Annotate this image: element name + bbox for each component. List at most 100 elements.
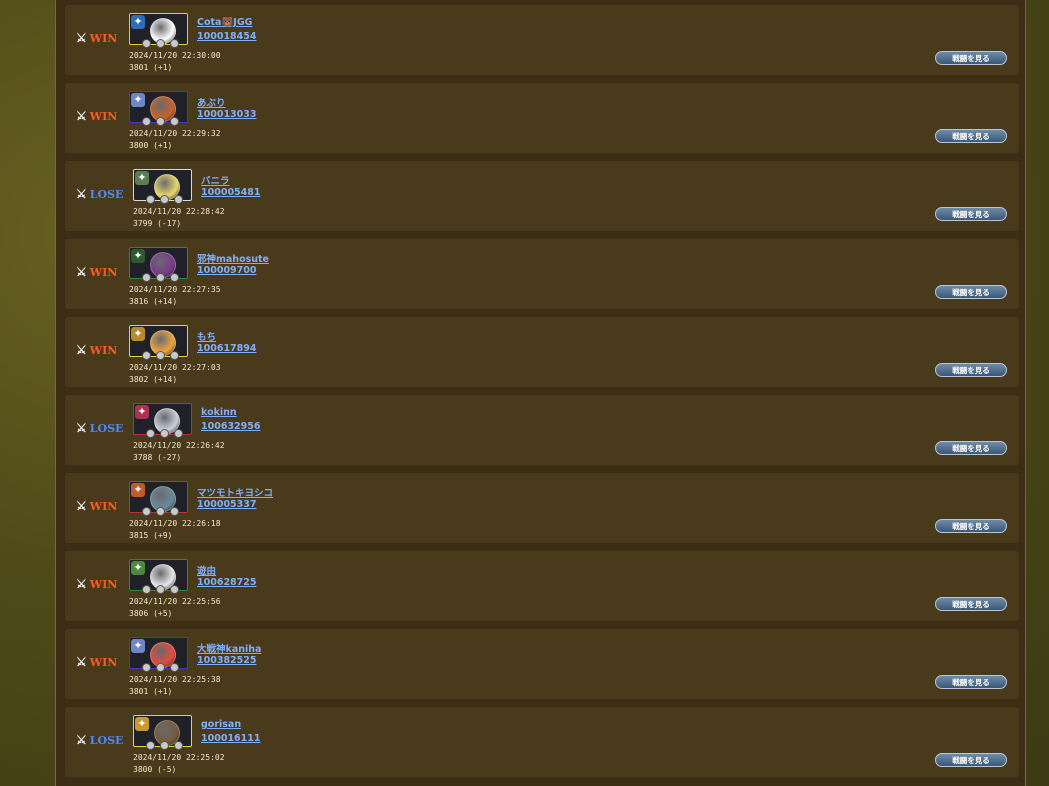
crossed-swords-icon: ⚔ — [76, 733, 87, 747]
rune-badge-icon — [174, 741, 183, 750]
rune-badge-icon — [146, 429, 155, 438]
battle-row: ⚔ WIN ✦ Cota🐻JGG 100018454 2024/11/20 22… — [65, 5, 1019, 75]
battle-timestamp: 2024/11/20 22:25:38 — [129, 675, 221, 684]
player-id-link[interactable]: 100018454 — [197, 31, 257, 42]
rune-badge-icon — [142, 663, 151, 672]
rune-badge-icon — [170, 39, 179, 48]
rune-badge-icon — [160, 741, 169, 750]
result-indicator: ⚔ WIN — [76, 499, 117, 513]
rune-badge-icon — [142, 351, 151, 360]
player-id-link[interactable]: 100013033 — [197, 109, 257, 120]
battle-row: ⚔ LOSE ✦ gorisan 100016111 2024/11/20 22… — [65, 707, 1019, 777]
rune-badge-icon — [160, 195, 169, 204]
watch-battle-button[interactable]: 戦闘を見る — [935, 285, 1007, 299]
result-label: WIN — [89, 343, 118, 357]
watch-battle-button[interactable]: 戦闘を見る — [935, 207, 1007, 221]
player-name-link[interactable]: kokinn — [201, 407, 237, 418]
rating-score: 3801 (+1) — [129, 63, 173, 72]
rating-score: 3806 (+5) — [129, 609, 173, 618]
deck-thumbnail[interactable]: ✦ — [129, 247, 188, 282]
player-name-link[interactable]: 邪神mahosute — [197, 251, 269, 265]
watch-battle-button[interactable]: 戦闘を見る — [935, 753, 1007, 767]
rune-badge-icon — [142, 507, 151, 516]
crossed-swords-icon: ⚔ — [76, 655, 87, 669]
player-name-link[interactable]: 遊由 — [197, 563, 216, 577]
rune-badge-icon — [170, 273, 179, 282]
deck-thumbnail[interactable]: ✦ — [129, 559, 188, 594]
rating-score: 3800 (+1) — [129, 141, 173, 150]
deck-thumbnail[interactable]: ✦ — [129, 91, 188, 126]
result-indicator: ⚔ WIN — [76, 655, 117, 669]
crossed-swords-icon: ⚔ — [76, 31, 87, 45]
crossed-swords-icon: ⚔ — [76, 421, 87, 435]
deck-thumbnail[interactable]: ✦ — [129, 13, 188, 48]
rune-badge-icon — [170, 351, 179, 360]
player-id-link[interactable]: 100617894 — [197, 343, 257, 354]
battle-timestamp: 2024/11/20 22:30:00 — [129, 51, 221, 60]
player-id-link[interactable]: 100005337 — [197, 499, 257, 510]
battle-timestamp: 2024/11/20 22:25:02 — [133, 753, 225, 762]
leader-crest-icon: ✦ — [135, 171, 149, 185]
result-label: WIN — [89, 499, 118, 513]
rune-badge-icon — [170, 663, 179, 672]
deck-thumbnail[interactable]: ✦ — [129, 481, 188, 516]
player-name-link[interactable]: Cota🐻JGG — [197, 17, 252, 28]
crossed-swords-icon: ⚔ — [76, 187, 87, 201]
player-name-link[interactable]: あぶり — [197, 95, 226, 109]
player-name-link[interactable]: バニラ — [201, 173, 230, 187]
rating-score: 3802 (+14) — [129, 375, 178, 384]
result-indicator: ⚔ WIN — [76, 577, 117, 591]
watch-battle-button[interactable]: 戦闘を見る — [935, 597, 1007, 611]
result-indicator: ⚔ WIN — [76, 109, 117, 123]
rune-badge-icon — [156, 273, 165, 282]
result-label: LOSE — [89, 421, 124, 435]
result-label: WIN — [89, 109, 118, 123]
leader-crest-icon: ✦ — [131, 639, 145, 653]
player-id-link[interactable]: 100382525 — [197, 655, 257, 666]
watch-battle-button[interactable]: 戦闘を見る — [935, 51, 1007, 65]
player-name-link[interactable]: もち — [197, 329, 216, 343]
player-id-link[interactable]: 100009700 — [197, 265, 257, 276]
rating-score: 3801 (+1) — [129, 687, 173, 696]
deck-thumbnail[interactable]: ✦ — [133, 403, 192, 438]
watch-battle-button[interactable]: 戦闘を見る — [935, 519, 1007, 533]
deck-thumbnail[interactable]: ✦ — [129, 637, 188, 672]
result-label: LOSE — [89, 733, 124, 747]
deck-thumbnail[interactable]: ✦ — [133, 715, 192, 750]
player-id-link[interactable]: 100005481 — [201, 187, 261, 198]
rune-badge-icon — [156, 39, 165, 48]
player-name-link[interactable]: マツモトキヨシコ — [197, 485, 273, 499]
result-label: WIN — [89, 265, 118, 279]
watch-battle-button[interactable]: 戦闘を見る — [935, 129, 1007, 143]
rune-badge-icon — [146, 195, 155, 204]
battle-timestamp: 2024/11/20 22:25:56 — [129, 597, 221, 606]
rune-badge-icon — [146, 741, 155, 750]
rune-badge-icon — [156, 585, 165, 594]
deck-thumbnail[interactable]: ✦ — [133, 169, 192, 204]
deck-thumbnail[interactable]: ✦ — [129, 325, 188, 360]
crossed-swords-icon: ⚔ — [76, 577, 87, 591]
rune-badge-icon — [170, 507, 179, 516]
player-name-link[interactable]: 大戦神kaniha — [197, 641, 261, 655]
player-id-link[interactable]: 100632956 — [201, 421, 261, 432]
battle-history-panel: ⚔ WIN ✦ Cota🐻JGG 100018454 2024/11/20 22… — [55, 0, 1026, 786]
watch-battle-button[interactable]: 戦闘を見る — [935, 441, 1007, 455]
player-id-link[interactable]: 100628725 — [197, 577, 257, 588]
watch-battle-button[interactable]: 戦闘を見る — [935, 675, 1007, 689]
rune-badge-icon — [156, 507, 165, 516]
crossed-swords-icon: ⚔ — [76, 499, 87, 513]
battle-row: ⚔ WIN ✦ もち 100617894 2024/11/20 22:27:03… — [65, 317, 1019, 387]
player-name-link[interactable]: gorisan — [201, 719, 241, 730]
result-indicator: ⚔ LOSE — [76, 733, 123, 747]
leader-crest-icon: ✦ — [131, 327, 145, 341]
rating-score: 3800 (-5) — [133, 765, 177, 774]
leader-crest-icon: ✦ — [135, 717, 149, 731]
leader-crest-icon: ✦ — [131, 561, 145, 575]
rating-score: 3815 (+9) — [129, 531, 173, 540]
watch-battle-button[interactable]: 戦闘を見る — [935, 363, 1007, 377]
rating-score: 3816 (+14) — [129, 297, 178, 306]
leader-crest-icon: ✦ — [131, 93, 145, 107]
result-indicator: ⚔ WIN — [76, 265, 117, 279]
player-id-link[interactable]: 100016111 — [201, 733, 261, 744]
crossed-swords-icon: ⚔ — [76, 265, 87, 279]
